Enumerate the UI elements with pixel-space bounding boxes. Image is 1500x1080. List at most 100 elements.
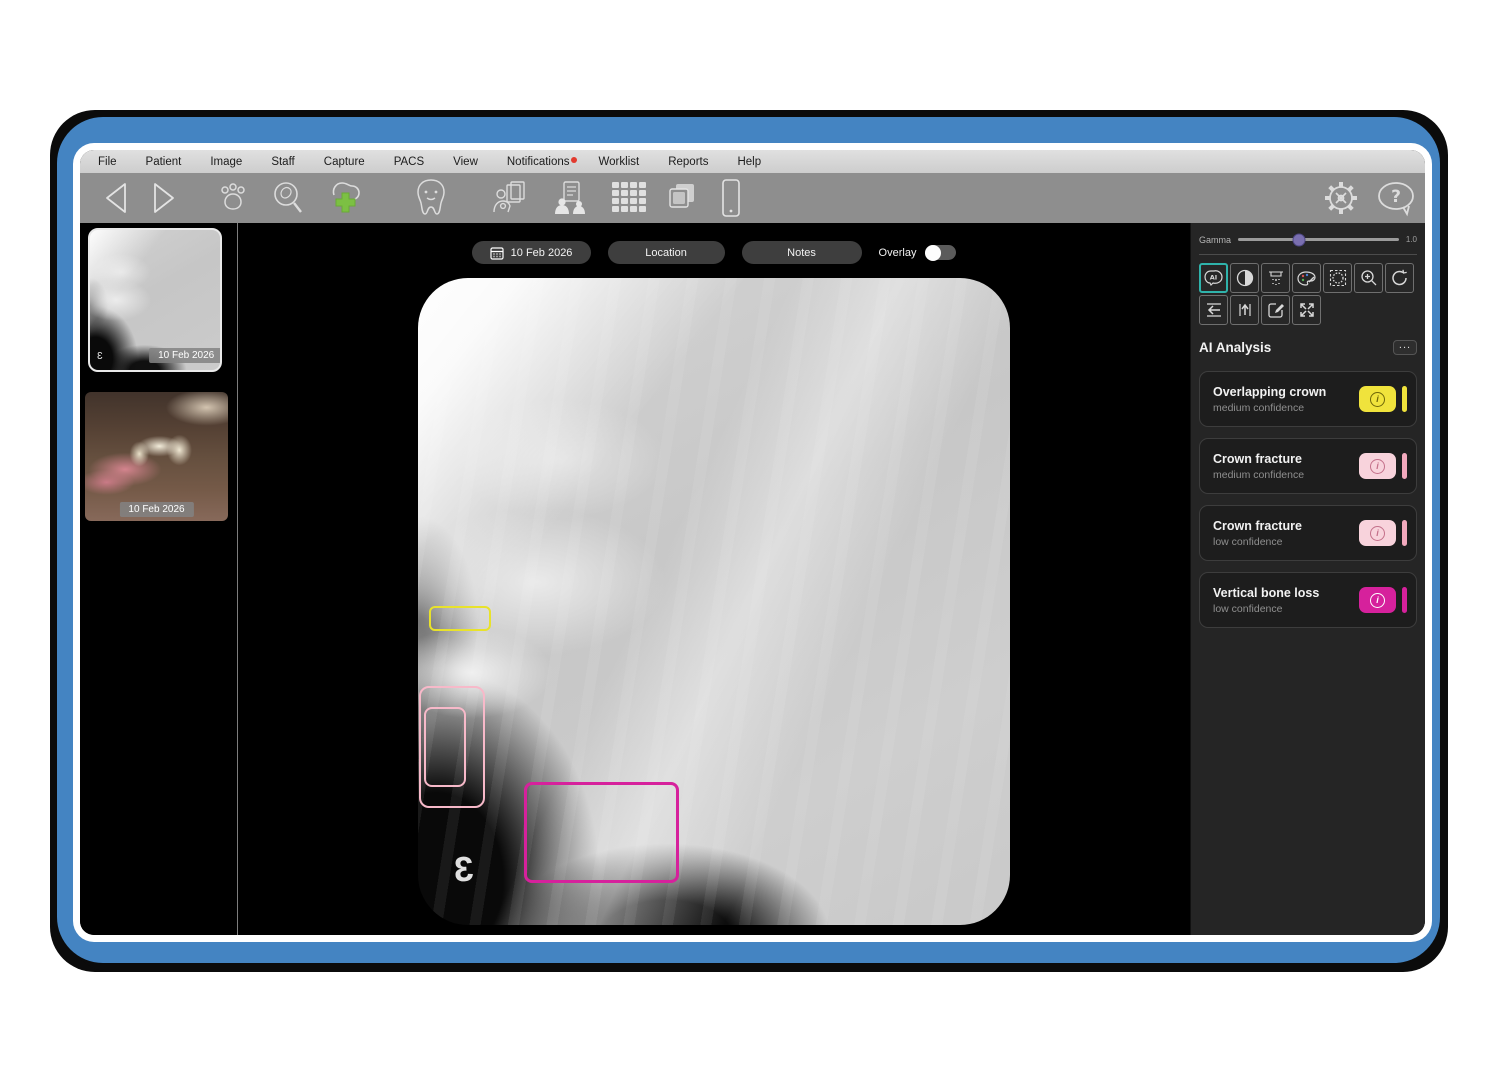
info-icon: i	[1370, 593, 1385, 608]
layout-grid-icon[interactable]	[610, 180, 650, 216]
info-icon: i	[1370, 526, 1385, 541]
menu-item-capture[interactable]: Capture	[316, 156, 386, 168]
date-button[interactable]: 10 Feb 2026	[472, 241, 591, 264]
film-marker-thumb: 3	[97, 351, 103, 362]
finding-text: Crown fracture low confidence	[1213, 519, 1353, 548]
menu-item-view[interactable]: View	[445, 156, 499, 168]
export-up-tool-button[interactable]	[1230, 295, 1259, 325]
finding-info-badge[interactable]: i	[1359, 453, 1396, 479]
xray-intensity-tool-button[interactable]	[1261, 263, 1290, 293]
thumbnail-xray[interactable]: 3 10 Feb 2026	[88, 228, 222, 372]
edit-annotation-tool-button[interactable]	[1261, 295, 1290, 325]
finding-confidence: low confidence	[1213, 603, 1353, 615]
menu-item-file[interactable]: File	[90, 156, 138, 168]
finding-color-bar[interactable]	[1402, 587, 1407, 613]
compare-images-icon[interactable]	[664, 182, 700, 214]
notes-button[interactable]: Notes	[742, 241, 862, 264]
xray-film[interactable]: 3	[418, 278, 1010, 925]
ai-analysis-menu-button[interactable]: ...	[1393, 340, 1417, 355]
ai-brain-tool-button[interactable]: AI	[1199, 263, 1228, 293]
finding-title: Crown fracture	[1213, 452, 1353, 466]
forward-icon[interactable]	[149, 180, 179, 216]
info-icon: i	[1370, 392, 1385, 407]
finding-card[interactable]: Vertical bone loss low confidence i	[1199, 572, 1417, 628]
menu-item-worklist[interactable]: Worklist	[591, 156, 661, 168]
search-patient-icon[interactable]	[270, 179, 306, 217]
content-area: 3 10 Feb 2026 10 Feb 2026 10 Feb 2026	[80, 223, 1425, 935]
findings-list: Overlapping crown medium confidence i Cr…	[1199, 371, 1417, 628]
finding-title: Overlapping crown	[1213, 385, 1353, 399]
finding-text: Crown fracture medium confidence	[1213, 452, 1353, 481]
finding-title: Crown fracture	[1213, 519, 1353, 533]
menu-item-patient[interactable]: Patient	[138, 156, 203, 168]
notes-button-label: Notes	[787, 247, 816, 259]
rotate-tool-button[interactable]	[1385, 263, 1414, 293]
add-patient-icon[interactable]	[324, 179, 366, 217]
finding-info-badge[interactable]: i	[1359, 386, 1396, 412]
finding-text: Vertical bone loss low confidence	[1213, 586, 1353, 615]
ai-annotation-box[interactable]	[524, 782, 679, 883]
calendar-icon	[490, 246, 504, 260]
menu-item-image[interactable]: Image	[202, 156, 263, 168]
device-frame: File Patient Image Staff Capture PACS Vi…	[57, 117, 1440, 963]
ai-annotation-box[interactable]	[429, 606, 491, 631]
menu-bar: File Patient Image Staff Capture PACS Vi…	[80, 150, 1425, 173]
finding-info-badge[interactable]: i	[1359, 520, 1396, 546]
thumbnail-date-badge: 10 Feb 2026	[149, 348, 222, 363]
menu-item-notifications[interactable]: Notifications	[499, 156, 591, 168]
finding-color-bar[interactable]	[1402, 386, 1407, 412]
contrast-tool-button[interactable]	[1230, 263, 1259, 293]
info-icon: i	[1370, 459, 1385, 474]
zoom-in-tool-button[interactable]	[1354, 263, 1383, 293]
color-palette-tool-button[interactable]	[1292, 263, 1321, 293]
finding-card[interactable]: Crown fracture medium confidence i	[1199, 438, 1417, 494]
tooth-icon[interactable]	[411, 177, 451, 219]
overlay-control: Overlay	[879, 245, 957, 260]
finding-confidence: medium confidence	[1213, 402, 1353, 414]
staff-records-icon[interactable]	[491, 179, 529, 217]
menu-item-help[interactable]: Help	[729, 156, 782, 168]
menu-item-reports[interactable]: Reports	[660, 156, 729, 168]
help-bubble-icon[interactable]: ?	[1375, 179, 1417, 217]
paw-icon[interactable]	[216, 181, 250, 215]
gamma-slider-track[interactable]	[1238, 238, 1399, 241]
finding-card[interactable]: Crown fracture low confidence i	[1199, 505, 1417, 561]
menu-item-staff[interactable]: Staff	[263, 156, 315, 168]
panel-divider	[1199, 254, 1417, 255]
film-marker: 3	[453, 850, 475, 891]
location-button[interactable]: Location	[608, 241, 725, 264]
finding-color-bar[interactable]	[1402, 520, 1407, 546]
main-toolbar: ?	[80, 173, 1425, 223]
svg-text:?: ?	[1391, 187, 1401, 207]
menu-item-pacs[interactable]: PACS	[386, 156, 445, 168]
svg-text:AI: AI	[1210, 274, 1217, 282]
pattern-filter-tool-button[interactable]	[1323, 263, 1352, 293]
app-window: File Patient Image Staff Capture PACS Vi…	[80, 150, 1425, 935]
gamma-slider-knob[interactable]	[1293, 233, 1306, 246]
settings-gear-icon[interactable]	[1321, 178, 1361, 218]
mobile-device-icon[interactable]	[719, 178, 743, 218]
overlay-label: Overlay	[879, 247, 917, 259]
ai-annotation-box[interactable]	[424, 707, 466, 787]
ai-analysis-header: AI Analysis ...	[1199, 338, 1417, 356]
fullscreen-tool-button[interactable]	[1292, 295, 1321, 325]
finding-color-bar[interactable]	[1402, 453, 1407, 479]
worklist-people-icon[interactable]	[552, 179, 590, 217]
thumbnail-photo[interactable]: 10 Feb 2026	[85, 392, 228, 521]
finding-text: Overlapping crown medium confidence	[1213, 385, 1353, 414]
collapse-left-tool-button[interactable]	[1199, 295, 1228, 325]
viewer-controls: 10 Feb 2026 Location Notes Overlay	[238, 241, 1190, 264]
image-viewer: 10 Feb 2026 Location Notes Overlay 3	[238, 223, 1190, 935]
location-button-label: Location	[645, 247, 687, 259]
thumbnail-strip: 3 10 Feb 2026 10 Feb 2026	[80, 223, 238, 935]
finding-confidence: low confidence	[1213, 536, 1353, 548]
finding-info-badge[interactable]: i	[1359, 587, 1396, 613]
overlay-toggle-knob[interactable]	[925, 245, 941, 261]
gamma-slider-row: Gamma 1.0	[1199, 232, 1417, 247]
overlay-toggle[interactable]	[925, 245, 956, 260]
finding-title: Vertical bone loss	[1213, 586, 1353, 600]
back-icon[interactable]	[101, 180, 131, 216]
finding-card[interactable]: Overlapping crown medium confidence i	[1199, 371, 1417, 427]
ai-analysis-title: AI Analysis	[1199, 340, 1271, 355]
gamma-value: 1.0	[1406, 235, 1417, 244]
